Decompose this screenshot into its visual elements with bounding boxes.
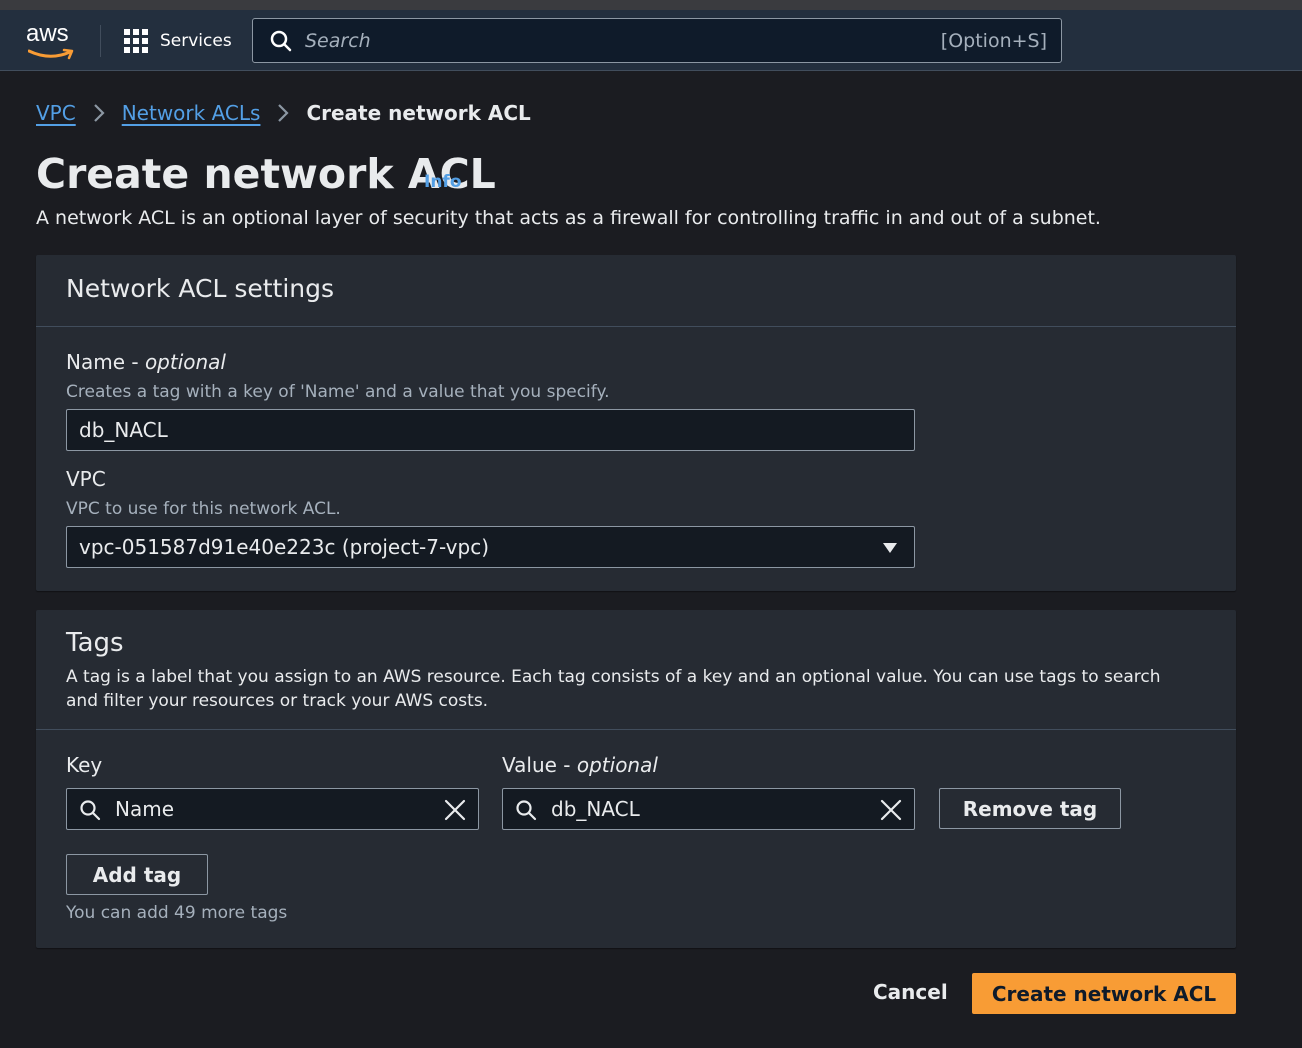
tag-value-label-text: Value -	[502, 753, 577, 777]
tag-value-label: Value - optional	[502, 753, 658, 777]
search-shortcut-hint: [Option+S]	[940, 30, 1047, 52]
remove-tag-button[interactable]: Remove tag	[939, 788, 1121, 829]
breadcrumb: VPC Network ACLs Create network ACL	[36, 98, 531, 128]
vpc-field-hint: VPC to use for this network ACL.	[66, 499, 341, 519]
page-description: A network ACL is an optional layer of se…	[36, 207, 1101, 229]
cancel-button[interactable]: Cancel	[873, 980, 948, 1004]
search-placeholder: Search	[305, 30, 371, 52]
breadcrumb-current: Create network ACL	[306, 101, 531, 125]
add-tag-button[interactable]: Add tag	[66, 854, 208, 895]
search-icon	[80, 800, 101, 821]
caret-down-icon	[883, 543, 897, 553]
tags-description: A tag is a label that you assign to an A…	[66, 667, 1161, 711]
tag-value-label-optional: optional	[576, 753, 658, 777]
breadcrumb-network-acls-link[interactable]: Network ACLs	[122, 101, 261, 125]
top-navigation: aws Services Search [Option+S]	[0, 10, 1302, 71]
vpc-select-value: vpc-051587d91e40e223c (project-7-vpc)	[79, 535, 489, 559]
aws-logo-text: aws	[26, 20, 69, 47]
aws-smile-icon	[28, 48, 74, 60]
name-label-text: Name -	[66, 350, 145, 374]
aws-logo[interactable]: aws	[26, 22, 76, 62]
global-search-input[interactable]: Search [Option+S]	[252, 18, 1062, 63]
clear-icon[interactable]	[880, 799, 902, 821]
info-link[interactable]: Info	[424, 172, 462, 192]
name-label-optional: optional	[144, 350, 226, 374]
tag-value-input[interactable]: db_NACL	[502, 788, 915, 830]
name-input[interactable]: db_NACL	[66, 409, 915, 451]
tag-value-value: db_NACL	[551, 797, 640, 821]
vpc-select[interactable]: vpc-051587d91e40e223c (project-7-vpc)	[66, 526, 915, 568]
services-grid-icon	[124, 28, 149, 54]
clear-icon[interactable]	[444, 799, 466, 821]
search-icon	[516, 800, 537, 821]
remaining-tags-hint: You can add 49 more tags	[66, 903, 288, 923]
settings-panel-header: Network ACL settings	[36, 255, 1236, 327]
search-icon	[270, 30, 292, 52]
chevron-right-icon	[277, 103, 290, 123]
tag-key-input[interactable]: Name	[66, 788, 479, 830]
window-top-strip	[0, 0, 1302, 10]
settings-heading: Network ACL settings	[66, 274, 335, 303]
vpc-field-label: VPC	[66, 467, 106, 491]
tags-panel: Tags A tag is a label that you assign to…	[36, 610, 1236, 948]
create-network-acl-button[interactable]: Create network ACL	[972, 973, 1236, 1014]
name-field-hint: Creates a tag with a key of 'Name' and a…	[66, 382, 610, 402]
tag-key-value: Name	[115, 797, 175, 821]
chevron-right-icon	[93, 103, 105, 123]
tags-heading: Tags	[66, 628, 124, 658]
services-label: Services	[160, 31, 232, 51]
network-acl-settings-panel: Network ACL settings Name - optional Cre…	[36, 255, 1236, 591]
services-menu-button[interactable]: Services	[124, 27, 232, 55]
tag-key-label: Key	[66, 753, 103, 777]
nav-divider	[100, 25, 101, 57]
breadcrumb-vpc-link[interactable]: VPC	[36, 101, 76, 125]
name-field-label: Name - optional	[66, 350, 226, 374]
tags-panel-header: Tags A tag is a label that you assign to…	[36, 610, 1236, 730]
